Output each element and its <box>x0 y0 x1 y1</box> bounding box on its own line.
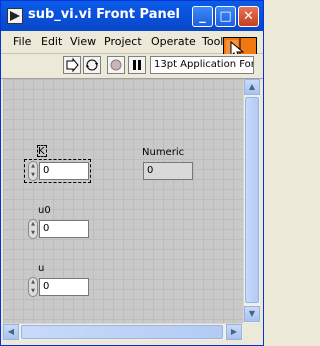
menu-operate[interactable]: Operate <box>151 35 196 48</box>
font-dropdown[interactable]: 13pt Application Font <box>150 56 254 74</box>
vi-window-icon <box>7 8 23 24</box>
numeric-control-k[interactable]: 0 <box>39 162 89 180</box>
vertical-scrollbar[interactable]: ▲ ▼ <box>243 79 260 323</box>
scroll-up-icon[interactable]: ▲ <box>244 79 260 95</box>
numeric-control-u0[interactable]: 0 <box>39 220 89 238</box>
close-button[interactable]: ✕ <box>238 6 259 27</box>
vertical-scroll-thumb[interactable] <box>245 97 259 303</box>
control-label-u: u <box>38 263 45 274</box>
menu-file[interactable]: File <box>13 35 31 48</box>
menu-edit[interactable]: Edit <box>41 35 62 48</box>
minimize-button[interactable]: _ <box>192 6 213 27</box>
maximize-button[interactable]: □ <box>215 6 236 27</box>
front-panel-canvas[interactable]: K ▲ ▼ 0 Numeric 0 u0 ▲ ▼ 0 u ▲ ▼ 0 <box>3 79 243 323</box>
increment-decrement-icon[interactable]: ▲ ▼ <box>28 277 38 297</box>
scroll-left-icon[interactable]: ◀ <box>3 324 19 340</box>
window-title: sub_vi.vi Front Panel <box>28 7 180 22</box>
menu-view[interactable]: View <box>70 35 96 48</box>
scroll-down-icon[interactable]: ▼ <box>244 306 260 322</box>
size-grip[interactable] <box>243 323 260 340</box>
control-label-k: K <box>38 146 45 157</box>
horizontal-scrollbar[interactable]: ◀ ▶ <box>3 323 243 340</box>
front-panel-window: sub_vi.vi Front Panel _ □ ✕ File Edit Vi… <box>0 0 264 346</box>
run-continuously-icon[interactable] <box>83 56 101 74</box>
increment-decrement-icon[interactable]: ▲ ▼ <box>28 219 38 239</box>
increment-decrement-icon[interactable]: ▲ ▼ <box>28 161 38 181</box>
numeric-control-u[interactable]: 0 <box>39 278 89 296</box>
numeric-indicator: 0 <box>143 162 193 180</box>
abort-icon[interactable] <box>107 56 125 74</box>
horizontal-scroll-thumb[interactable] <box>21 325 223 339</box>
indicator-label-numeric: Numeric <box>142 147 185 158</box>
scroll-right-icon[interactable]: ▶ <box>226 324 242 340</box>
title-bar[interactable]: sub_vi.vi Front Panel _ □ ✕ <box>1 1 263 31</box>
control-label-u0: u0 <box>38 205 51 216</box>
run-arrow-icon[interactable] <box>63 56 81 74</box>
menu-project[interactable]: Project <box>104 35 142 48</box>
toolbar: 13pt Application Font <box>1 54 263 79</box>
pause-icon[interactable] <box>128 56 146 74</box>
